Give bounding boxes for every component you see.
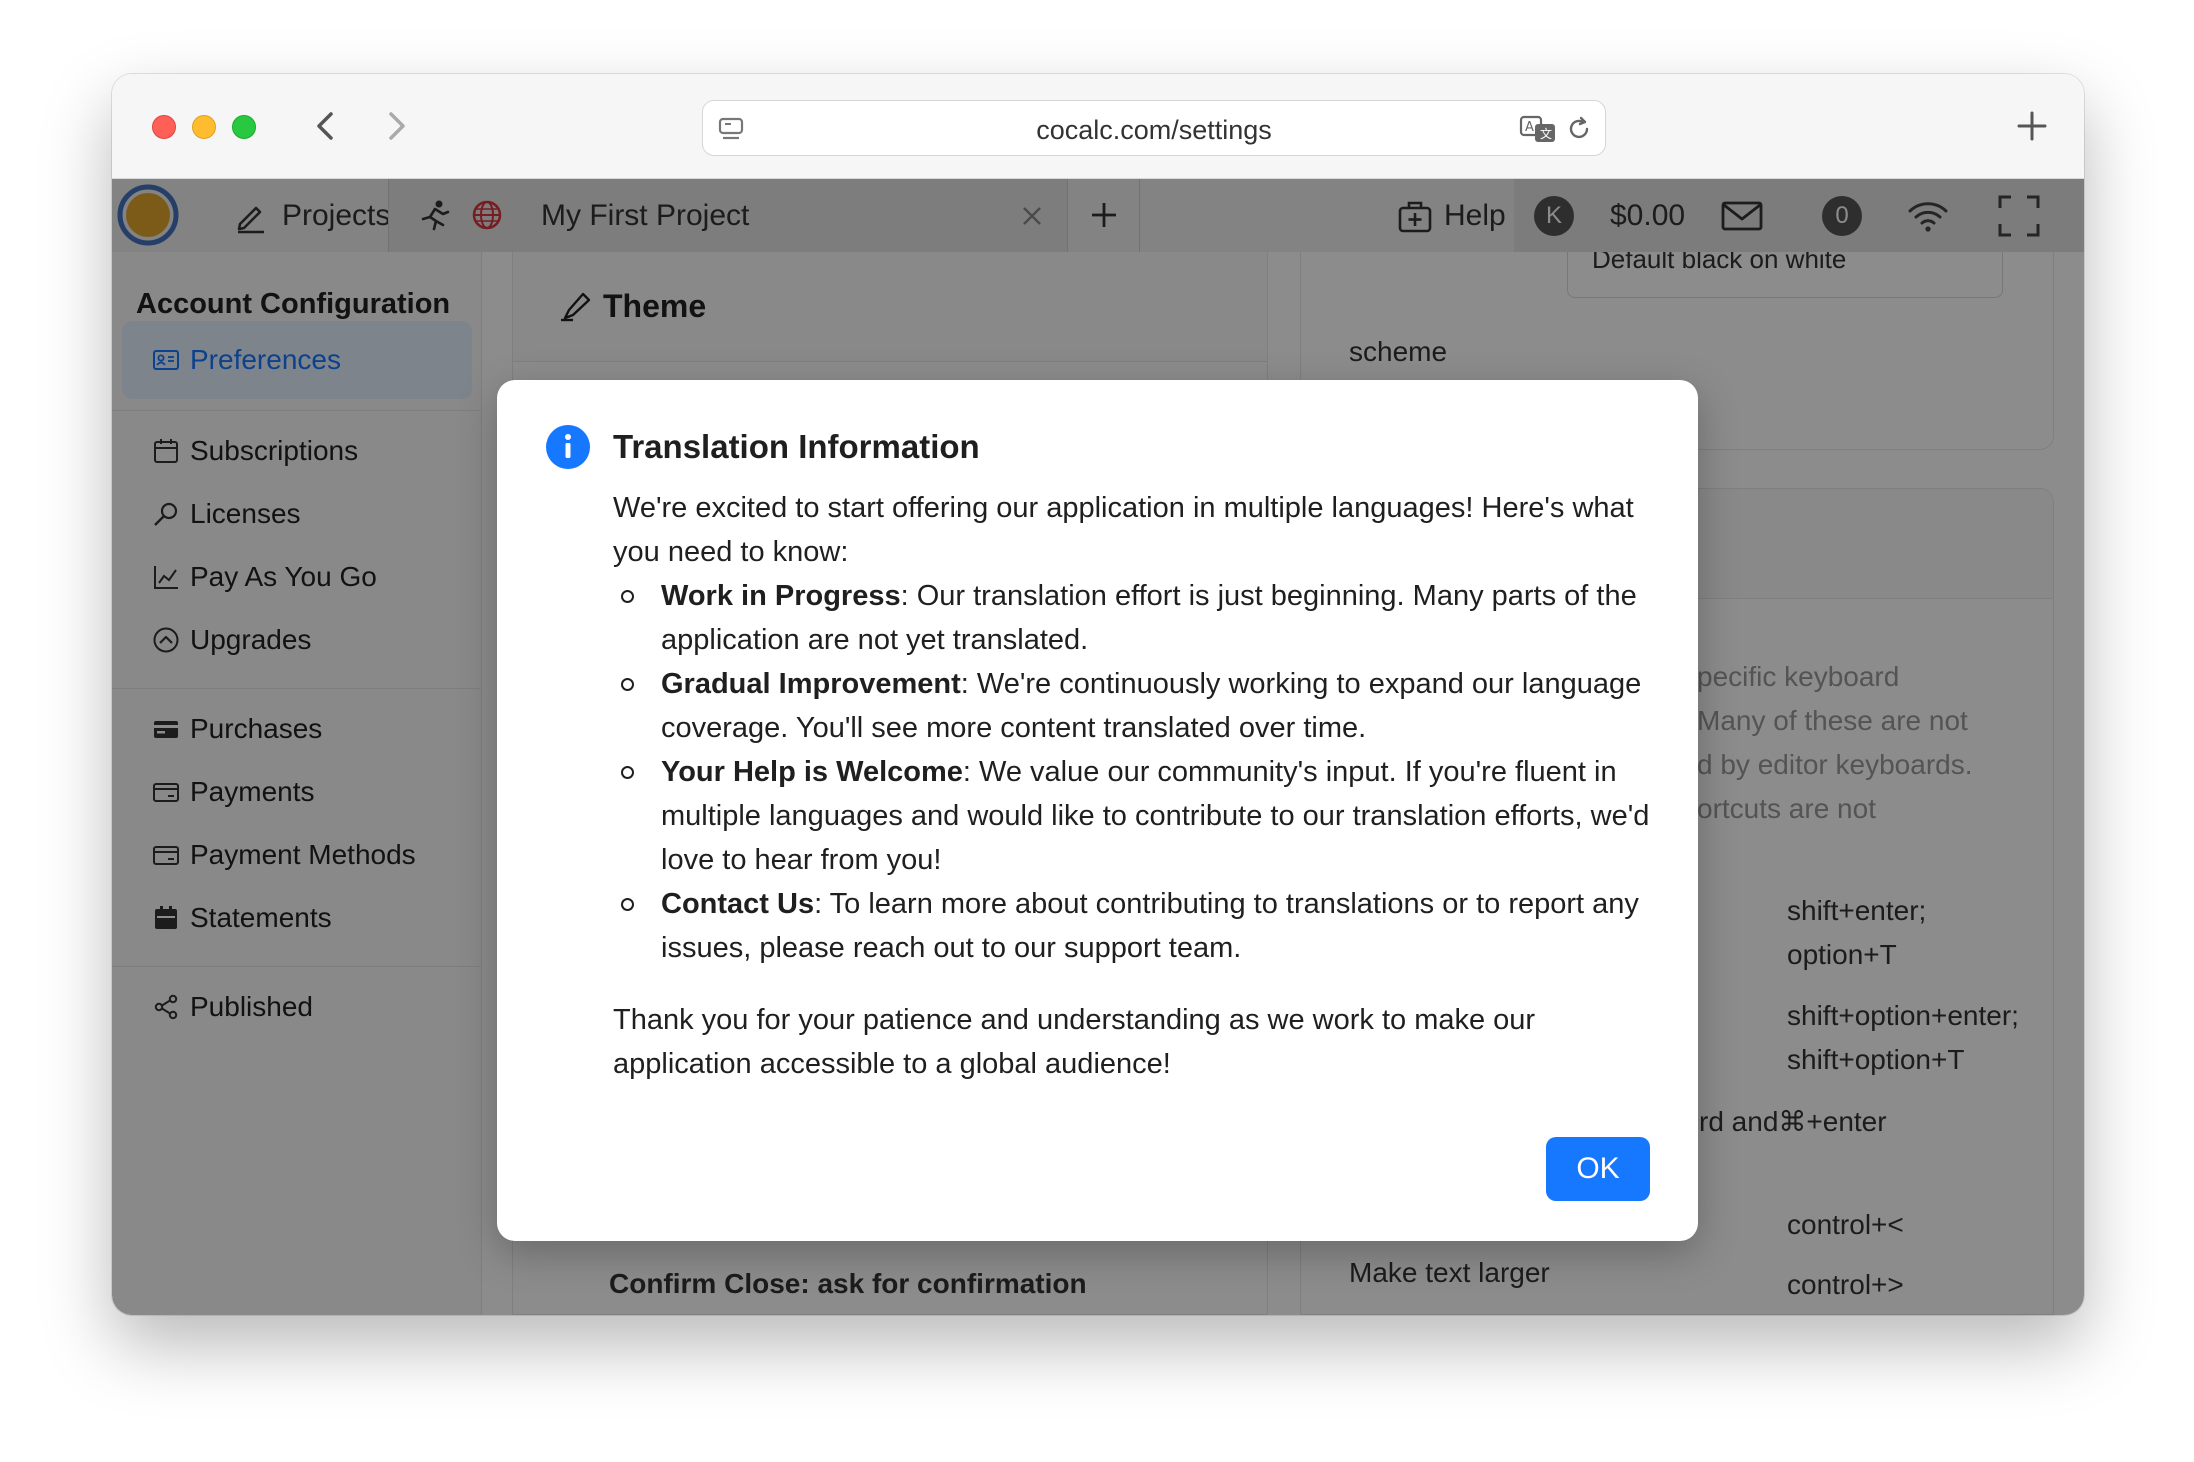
list-item-heading: Your Help is Welcome (661, 756, 963, 788)
svg-text:文: 文 (1540, 126, 1552, 141)
forward-button[interactable] (376, 106, 416, 146)
modal-closing: Thank you for your patience and understa… (613, 1004, 1536, 1080)
list-item: Gradual Improvement: We're continuously … (613, 662, 1661, 750)
new-tab-button[interactable] (2014, 108, 2050, 144)
chevron-left-icon (317, 112, 333, 140)
modal-list: Work in Progress: Our translation effort… (613, 574, 1661, 970)
translate-icon[interactable]: A文 (1519, 114, 1559, 144)
list-item: Contact Us: To learn more about contribu… (613, 882, 1661, 970)
plus-icon (2017, 111, 2047, 141)
back-button[interactable] (306, 106, 346, 146)
info-icon (546, 425, 590, 469)
list-item-heading: Contact Us (661, 888, 815, 920)
list-item-heading: Work in Progress (661, 580, 901, 612)
close-window-button[interactable] (152, 115, 176, 139)
bullet-icon (621, 678, 634, 691)
translation-info-modal: Translation Information We're excited to… (497, 380, 1698, 1241)
url-text[interactable]: cocalc.com/settings (703, 115, 1605, 146)
modal-body: We're excited to start offering our appl… (613, 486, 1661, 1086)
list-item: Your Help is Welcome: We value our commu… (613, 750, 1661, 882)
zoom-window-button[interactable] (232, 115, 256, 139)
list-item-heading: Gradual Improvement (661, 668, 961, 700)
browser-titlebar: cocalc.com/settings A文 (112, 74, 2084, 179)
chevron-right-icon (389, 112, 405, 140)
reload-icon[interactable] (1565, 115, 1593, 143)
ok-button[interactable]: OK (1546, 1137, 1650, 1201)
modal-title: Translation Information (613, 428, 980, 465)
svg-text:A: A (1525, 120, 1534, 135)
bullet-icon (621, 766, 634, 779)
bullet-icon (621, 590, 634, 603)
bullet-icon (621, 898, 634, 911)
modal-intro: We're excited to start offering our appl… (613, 492, 1634, 568)
address-bar[interactable]: cocalc.com/settings A文 (702, 100, 1606, 156)
minimize-window-button[interactable] (192, 115, 216, 139)
list-item: Work in Progress: Our translation effort… (613, 574, 1661, 662)
